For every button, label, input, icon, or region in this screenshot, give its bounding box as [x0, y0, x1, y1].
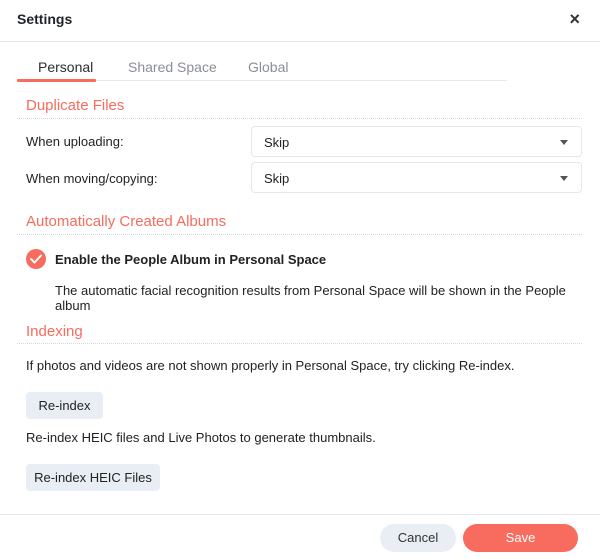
reindex-button[interactable]: Re-index: [26, 392, 103, 419]
when-uploading-value: Skip: [264, 135, 290, 150]
dialog-header: Settings ×: [0, 0, 600, 42]
tab-bar: Personal Shared Space Global: [17, 50, 507, 82]
when-moving-select[interactable]: Skip: [251, 162, 582, 193]
close-icon[interactable]: ×: [569, 10, 580, 28]
section-divider: [17, 118, 582, 119]
check-icon: [30, 254, 42, 264]
when-uploading-label: When uploading:: [26, 134, 124, 149]
active-tab-indicator: [17, 79, 96, 82]
save-button[interactable]: Save: [463, 524, 578, 552]
heic-description: Re-index HEIC files and Live Photos to g…: [26, 430, 376, 445]
people-album-checkbox[interactable]: [26, 249, 46, 269]
chevron-down-icon: [560, 176, 568, 181]
footer-divider: [0, 514, 600, 515]
when-moving-label: When moving/copying:: [26, 171, 158, 186]
when-uploading-select[interactable]: Skip: [251, 126, 582, 157]
when-moving-value: Skip: [264, 171, 290, 186]
cancel-button[interactable]: Cancel: [380, 524, 456, 552]
people-album-label[interactable]: Enable the People Album in Personal Spac…: [55, 252, 326, 267]
section-title-duplicate-files: Duplicate Files: [26, 97, 125, 114]
section-title-indexing: Indexing: [26, 323, 83, 340]
section-divider: [17, 343, 582, 344]
dialog-title: Settings: [17, 11, 73, 27]
people-album-description: The automatic facial recognition results…: [55, 283, 566, 313]
tab-global[interactable]: Global: [248, 59, 288, 75]
section-divider: [17, 234, 582, 235]
tab-personal[interactable]: Personal: [38, 59, 93, 75]
section-title-albums: Automatically Created Albums: [26, 213, 227, 230]
chevron-down-icon: [560, 140, 568, 145]
reindex-heic-button[interactable]: Re-index HEIC Files: [26, 464, 160, 491]
tab-shared-space[interactable]: Shared Space: [128, 59, 217, 75]
reindex-description: If photos and videos are not shown prope…: [26, 358, 515, 373]
